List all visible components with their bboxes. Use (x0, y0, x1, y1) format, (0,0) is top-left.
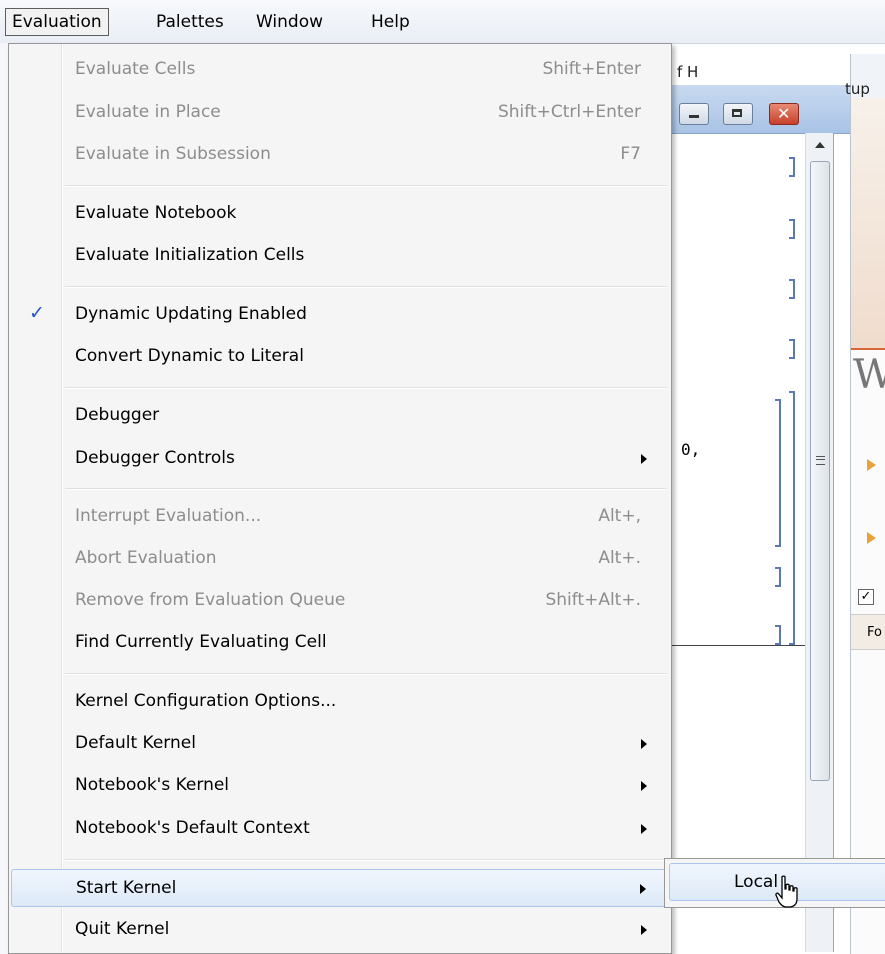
startup-footer: Fo (851, 614, 885, 650)
menu-item-label: Debugger Controls (75, 448, 235, 468)
menu-item-evaluate-initialization-cells[interactable]: Evaluate Initialization Cells (11, 237, 669, 275)
menu-item-label: Notebook's Default Context (75, 818, 310, 838)
menu-item-quit-kernel[interactable]: Quit Kernel (11, 911, 669, 949)
menu-item-label: Evaluate in Place (75, 102, 221, 122)
menu-item-label: Evaluate Cells (75, 59, 196, 79)
menu-item-evaluate-in-subsession[interactable]: Evaluate in Subsession F7 (11, 136, 669, 174)
cell-bracket[interactable] (775, 567, 781, 587)
cell-bracket[interactable] (789, 157, 795, 177)
expand-triangle-icon[interactable] (867, 459, 876, 471)
notebook-code-fragment: 0, (681, 440, 701, 459)
hand-cursor-icon (775, 875, 798, 908)
close-icon: ✕ (777, 104, 791, 123)
menu-item-evaluate-notebook[interactable]: Evaluate Notebook (11, 195, 669, 233)
menu-item-shortcut: Alt+, (598, 506, 641, 526)
evaluation-menu: Evaluate Cells Shift+Enter Evaluate in P… (8, 43, 672, 954)
menu-item-interrupt-evaluation[interactable]: Interrupt Evaluation... Alt+, (11, 498, 669, 536)
menu-item-start-kernel[interactable]: Start Kernel (11, 869, 669, 907)
menu-item-label: Default Kernel (75, 733, 196, 753)
menu-separator (65, 185, 667, 187)
submenu-arrow-icon (641, 739, 647, 749)
menu-item-label: Kernel Configuration Options... (75, 691, 337, 711)
minimize-button[interactable] (679, 103, 709, 125)
menu-help[interactable]: Help (365, 8, 416, 36)
menu-palettes[interactable]: Palettes (150, 8, 230, 36)
menu-item-shortcut: Shift+Ctrl+Enter (497, 102, 641, 122)
menu-item-find-currently-evaluating-cell[interactable]: Find Currently Evaluating Cell (11, 624, 669, 662)
menu-item-label: Debugger (75, 405, 160, 425)
grip-icon (816, 456, 825, 465)
check-icon: ✓ (29, 302, 45, 324)
menu-item-shortcut: Shift+Alt+. (545, 590, 641, 610)
menu-item-dynamic-updating-enabled[interactable]: ✓ Dynamic Updating Enabled (11, 296, 669, 334)
submenu-arrow-icon (641, 781, 647, 791)
menu-item-shortcut: Alt+. (598, 548, 641, 568)
menu-item-label: Find Currently Evaluating Cell (75, 632, 327, 652)
notebook-scrollbar[interactable] (805, 133, 834, 952)
menu-item-label: Evaluate Notebook (75, 203, 237, 223)
menu-item-label: Interrupt Evaluation... (75, 506, 262, 526)
startup-banner (851, 98, 885, 350)
cell-bracket[interactable] (775, 625, 781, 645)
maximize-icon (732, 109, 742, 117)
startup-tab[interactable]: tup (845, 54, 885, 99)
background-window-edge (0, 43, 8, 954)
menu-item-label: Start Kernel (76, 878, 177, 898)
menu-item-label: Dynamic Updating Enabled (75, 304, 307, 324)
cell-bracket[interactable] (789, 279, 795, 299)
menu-item-notebooks-kernel[interactable]: Notebook's Kernel (11, 767, 669, 805)
menu-item-label: Evaluate Initialization Cells (75, 245, 305, 265)
notebook-border (833, 133, 834, 952)
cell-bracket[interactable] (775, 399, 781, 547)
close-button[interactable]: ✕ (769, 103, 799, 125)
menu-item-evaluate-in-place[interactable]: Evaluate in Place Shift+Ctrl+Enter (11, 94, 669, 132)
menu-item-debugger-controls[interactable]: Debugger Controls (11, 440, 669, 478)
maximize-button[interactable] (723, 103, 753, 125)
minimize-icon (689, 115, 699, 118)
menu-item-kernel-configuration-options[interactable]: Kernel Configuration Options... (11, 683, 669, 721)
submenu-arrow-icon (641, 925, 647, 935)
menu-separator (65, 859, 667, 861)
cell-group-bracket[interactable] (789, 391, 795, 645)
menu-window[interactable]: Window (250, 8, 329, 36)
cell-bracket[interactable] (789, 219, 795, 239)
menu-item-remove-from-evaluation-queue[interactable]: Remove from Evaluation Queue Shift+Alt+. (11, 582, 669, 620)
submenu-arrow-icon (641, 824, 647, 834)
menu-item-label: Notebook's Kernel (75, 775, 230, 795)
startup-heading: W (853, 352, 885, 398)
menu-item-label: Quit Kernel (75, 919, 170, 939)
menu-item-shortcut: F7 (620, 144, 641, 164)
menu-item-default-kernel[interactable]: Default Kernel (11, 725, 669, 763)
submenu-arrow-icon (641, 454, 647, 464)
menu-item-convert-dynamic-to-literal[interactable]: Convert Dynamic to Literal (11, 338, 669, 376)
menu-item-shortcut: Shift+Enter (542, 59, 641, 79)
startup-tab-label: tup (845, 80, 870, 98)
menu-item-evaluate-cells[interactable]: Evaluate Cells Shift+Enter (11, 51, 669, 89)
expand-triangle-icon[interactable] (867, 532, 876, 544)
cell-bracket[interactable] (789, 339, 795, 359)
menu-item-label: Abort Evaluation (75, 548, 217, 568)
menu-item-label: Evaluate in Subsession (75, 144, 271, 164)
menu-separator (65, 387, 667, 389)
menu-evaluation[interactable]: Evaluation (5, 8, 109, 36)
menu-item-label: Convert Dynamic to Literal (75, 346, 304, 366)
menu-separator (65, 286, 667, 288)
menu-item-abort-evaluation[interactable]: Abort Evaluation Alt+. (11, 540, 669, 578)
scrollbar-thumb[interactable] (810, 161, 830, 781)
notebook-title-fragment: f H (677, 63, 699, 81)
menu-separator (65, 673, 667, 675)
scroll-up-arrow-icon[interactable] (815, 142, 825, 148)
menu-bar: Evaluation Palettes Window Help (0, 0, 885, 44)
submenu-arrow-icon (640, 884, 646, 894)
startup-checkbox[interactable]: ✓ (858, 589, 874, 605)
startup-panel: tup W ✓ Fo (845, 54, 885, 954)
menu-item-debugger[interactable]: Debugger (11, 397, 669, 435)
menu-item-label: Remove from Evaluation Queue (75, 590, 346, 610)
menu-separator (65, 488, 667, 490)
menu-item-notebooks-default-context[interactable]: Notebook's Default Context (11, 810, 669, 848)
submenu-item-label: Local (734, 872, 779, 892)
